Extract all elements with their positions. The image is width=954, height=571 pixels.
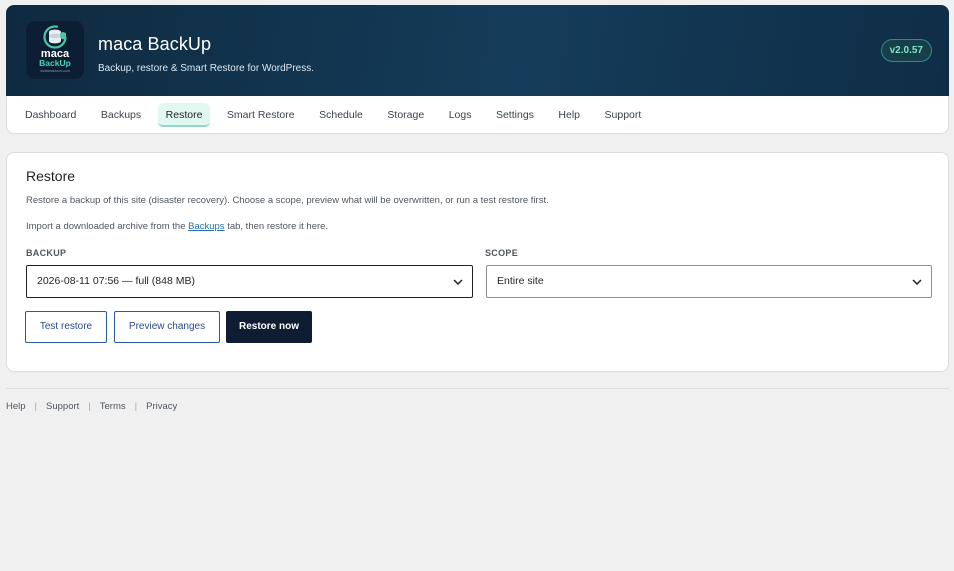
footer-separator: | [88, 401, 91, 412]
backups-link[interactable]: Backups [188, 221, 224, 232]
scope-label: SCOPE [485, 248, 519, 258]
restore-title: Restore [26, 168, 76, 184]
test-restore-button[interactable]: Test restore [25, 311, 107, 343]
restore-description: Restore a backup of this site (disaster … [26, 195, 549, 206]
tab-storage[interactable]: Storage [379, 103, 432, 127]
footer-help-link[interactable]: Help [6, 401, 26, 412]
footer-separator: | [134, 401, 138, 412]
version-badge: v2.0.57 [880, 39, 932, 62]
tab-backups[interactable]: Backups [93, 103, 149, 127]
plugin-header-wrap: maca BackUp WORDPRESS PLUGIN maca BackUp… [6, 5, 949, 134]
restore-now-button[interactable]: Restore now [226, 311, 312, 343]
svg-text:BackUp: BackUp [39, 58, 71, 68]
backup-select-value: 2026-08-11 07:56 — full (848 MB) [37, 275, 195, 287]
svg-text:WORDPRESS PLUGIN: WORDPRESS PLUGIN [40, 69, 70, 73]
plugin-hero: maca BackUp WORDPRESS PLUGIN maca BackUp… [6, 5, 949, 96]
tab-settings[interactable]: Settings [488, 103, 542, 127]
tab-restore[interactable]: Restore [157, 102, 211, 127]
logo-icon: maca BackUp WORDPRESS PLUGIN [25, 20, 85, 80]
import-note: Import a downloaded archive from the Bac… [26, 221, 328, 232]
scope-select[interactable]: Entire site [486, 265, 932, 298]
backup-label: BACKUP [26, 248, 67, 258]
import-note-before: Import a downloaded archive from the [26, 221, 189, 232]
backup-select[interactable]: 2026-08-11 07:56 — full (848 MB) [26, 265, 473, 298]
tab-smart-restore[interactable]: Smart Restore [219, 103, 303, 127]
tab-logs[interactable]: Logs [441, 103, 480, 127]
restore-card: Restore Restore a backup of this site (d… [6, 152, 949, 372]
tab-support[interactable]: Support [597, 103, 650, 127]
footer-terms-link[interactable]: Terms [100, 401, 126, 412]
app-tagline: Backup, restore & Smart Restore for Word… [98, 63, 315, 74]
app-title: maca BackUp [98, 34, 212, 54]
footer-divider [6, 388, 949, 389]
footer-links: Help | Support | Terms | Privacy [6, 401, 177, 412]
chevron-down-icon [453, 279, 463, 286]
tab-schedule[interactable]: Schedule [311, 103, 371, 127]
main-tabs: Dashboard Backups Restore Smart Restore … [6, 96, 949, 134]
footer-separator: | [34, 401, 38, 412]
preview-changes-button[interactable]: Preview changes [114, 311, 220, 343]
tab-dashboard[interactable]: Dashboard [17, 103, 84, 127]
import-note-after: tab, then restore it here. [224, 221, 329, 232]
tab-help[interactable]: Help [550, 103, 588, 127]
footer-privacy-link[interactable]: Privacy [146, 401, 177, 412]
chevron-down-icon [912, 279, 922, 286]
footer-support-link[interactable]: Support [46, 401, 79, 412]
scope-select-value: Entire site [497, 275, 544, 287]
